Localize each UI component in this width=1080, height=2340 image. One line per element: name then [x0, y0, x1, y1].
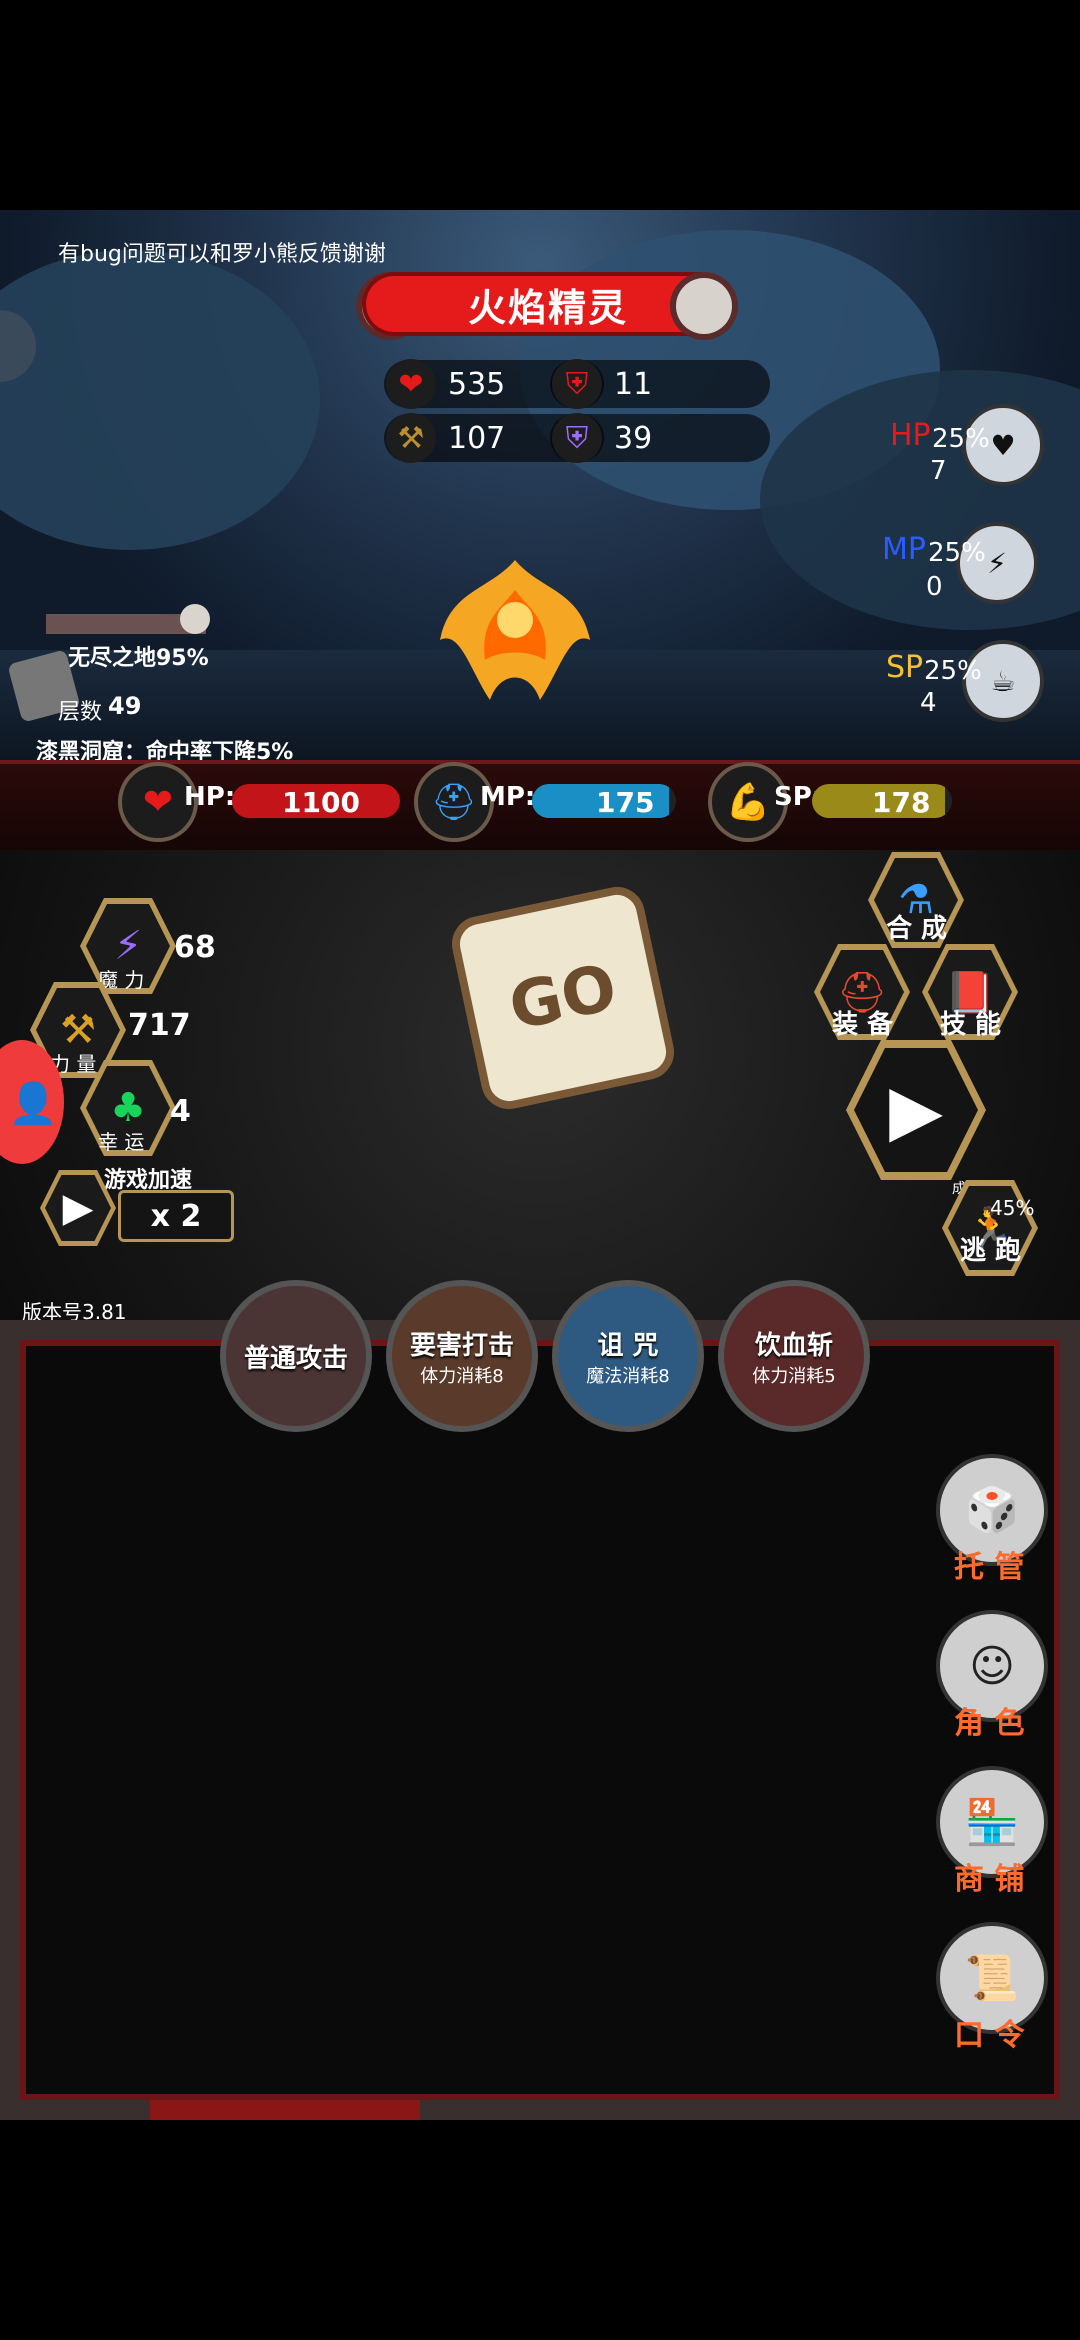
enemy-name: 火焰精灵: [467, 285, 628, 330]
hp-potion-label: HP: [890, 418, 931, 453]
floor-value: 49: [108, 692, 142, 720]
skill-cost: 体力消耗5: [752, 1365, 836, 1387]
battle-log-frame: [20, 1340, 1060, 2100]
enemy-attack-value: 107: [448, 420, 506, 456]
mp-potion-count: 0: [926, 572, 943, 602]
tree-bg: [0, 250, 320, 550]
shop-label: 商 铺: [954, 1862, 1025, 1897]
enemy-defense-stat: ⛨ 11: [550, 359, 770, 409]
dice-icon: 🎲: [964, 1485, 1020, 1536]
skills-label: 技 能: [940, 1010, 1002, 1040]
enemy-magic-defense-value: 39: [614, 420, 653, 456]
location-zone: 无尽之地95%: [68, 646, 209, 671]
luck-label: 幸 运: [98, 1130, 145, 1154]
axe-icon: ⚒: [386, 413, 436, 463]
skill-name: 诅 咒: [597, 1330, 659, 1361]
skull-icon: [676, 278, 732, 334]
synthesize-label: 合 成: [886, 914, 948, 944]
luck-value: 4: [170, 1094, 191, 1129]
enemy-hp-value: 535: [448, 366, 506, 402]
sp-potion-count: 4: [920, 688, 937, 718]
character-label: 角 色: [954, 1706, 1025, 1741]
enemy-sprite[interactable]: [420, 550, 610, 730]
escape-rate: 45%: [990, 1196, 1035, 1220]
floor-label: 层数: [58, 700, 103, 725]
hp-value: 1100: [282, 786, 360, 819]
skill-name: 要害打击: [409, 1330, 514, 1361]
sp-potion-percent: 25%: [924, 656, 982, 686]
speed-multiplier-label: x 2: [150, 1198, 202, 1234]
speed-multiplier[interactable]: x 2: [118, 1190, 234, 1242]
skill-normal-attack[interactable]: 普通攻击: [220, 1280, 372, 1432]
enemy-magic-defense-stat: ⛨ 39: [550, 413, 770, 463]
equip-label: 装 备: [832, 1010, 894, 1040]
shield-icon: ⛨: [552, 359, 602, 409]
scroll-icon: 📜: [964, 1953, 1020, 2004]
skill-cost: 体力消耗8: [420, 1365, 504, 1387]
mp-potion-percent: 25%: [928, 538, 986, 568]
hp-potion-percent: 25%: [932, 424, 990, 454]
strength-value: 717: [128, 1008, 191, 1043]
escape-label: 逃 跑: [960, 1236, 1022, 1266]
magic-shield-icon: ⛨: [552, 413, 602, 463]
sp-potion-label: SP: [886, 650, 924, 685]
code-label: 口 令: [954, 2018, 1025, 2053]
play-icon: ▶: [854, 1048, 978, 1172]
dice-go-label: GO: [503, 950, 623, 1046]
shop-icon: 🏪: [964, 1797, 1020, 1848]
skill-curse[interactable]: 诅 咒 魔法消耗8: [552, 1280, 704, 1432]
skull-icon: [180, 604, 210, 634]
play-icon: ▶: [45, 1175, 111, 1241]
mp-label: MP:: [480, 782, 536, 812]
hp-potion-count: 7: [930, 456, 947, 486]
user-icon: 👤: [8, 1081, 58, 1127]
hp-label: HP:: [184, 782, 236, 812]
skill-name: 饮血斩: [754, 1330, 833, 1361]
auto-manage-label: 托 管: [954, 1550, 1025, 1585]
mp-value: 175: [596, 786, 655, 819]
notice-text: 有bug问题可以和罗小熊反馈谢谢: [58, 242, 386, 267]
mp-potion-label: MP: [882, 532, 926, 567]
magic-value: 68: [174, 930, 216, 965]
progress-strip: [150, 2100, 420, 2120]
enemy-defense-value: 11: [614, 366, 653, 402]
skill-vital-strike[interactable]: 要害打击 体力消耗8: [386, 1280, 538, 1432]
heart-icon: ❤: [386, 359, 436, 409]
roll-dice-button[interactable]: GO: [446, 881, 680, 1115]
skill-blood-slash[interactable]: 饮血斩 体力消耗5: [718, 1280, 870, 1432]
skill-cost: 魔法消耗8: [586, 1365, 670, 1387]
hood-icon: ☺: [969, 1640, 1015, 1692]
skill-name: 普通攻击: [243, 1343, 348, 1374]
sp-value: 178: [872, 786, 931, 819]
